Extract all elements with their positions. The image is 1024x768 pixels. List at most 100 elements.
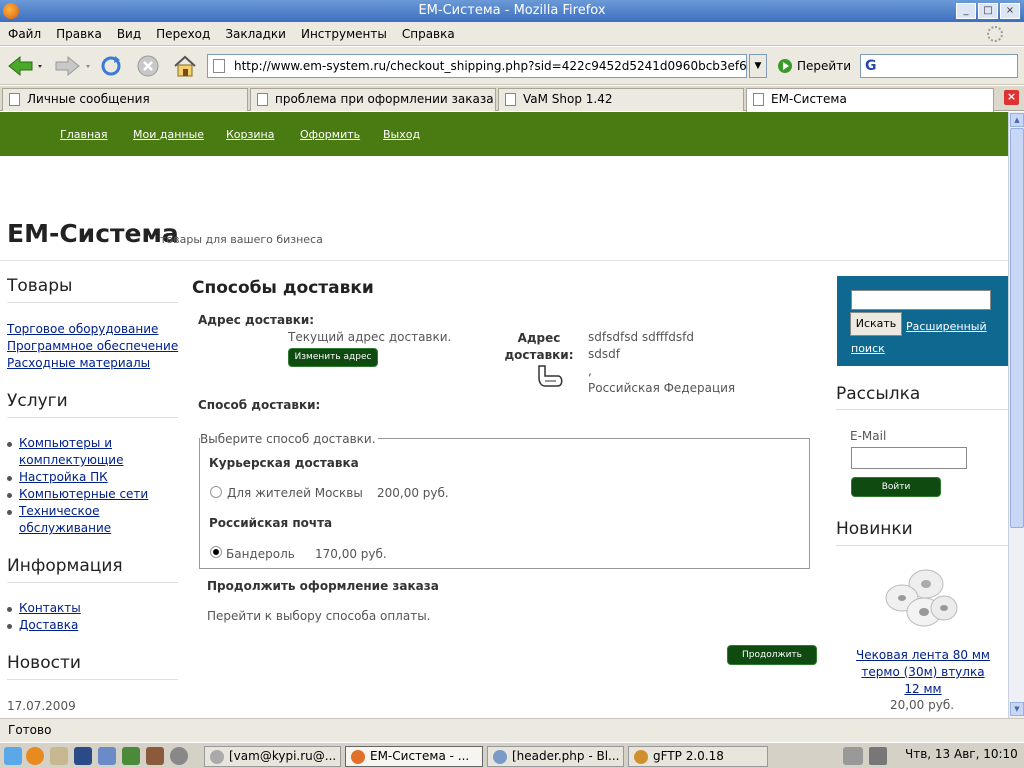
close-tab-icon[interactable]: × [1004,90,1019,105]
services-link-computers[interactable]: Компьютеры и комплектующие [19,435,157,469]
change-address-button[interactable]: Изменить адрес [288,348,378,367]
shipping-method-heading: Способ доставки: [198,398,321,412]
goods-link-software[interactable]: Программное обеспечение [7,338,178,355]
menu-tools[interactable]: Инструменты [301,27,387,41]
services-link-networks[interactable]: Компьютерные сети [19,486,148,503]
product-price: 20,00 руб. [889,698,955,712]
page-icon [9,93,20,106]
goods-link-consumables[interactable]: Расходные материалы [7,355,150,372]
list-item: Настройка ПК [7,469,108,486]
book-launcher-icon[interactable] [122,747,140,765]
address-bar[interactable]: http://www.em-system.ru/checkout_shippin… [207,54,747,78]
nav-cart-link[interactable]: Корзина [226,128,274,141]
goods-divider [7,302,178,303]
address-line-3: , [588,364,592,378]
settings-launcher-icon[interactable] [170,747,188,765]
stop-button[interactable] [133,52,163,80]
list-item: Доставка [7,617,78,634]
info-heading: Информация [7,556,123,576]
site-search-input[interactable] [851,290,991,310]
bullet-icon [7,493,12,498]
taskbar: [vam@kypi.ru@... ЕМ-Система - ... [heade… [0,742,1024,768]
menu-view[interactable]: Вид [117,27,141,41]
info-link-contacts[interactable]: Контакты [19,600,81,617]
info-link-delivery[interactable]: Доставка [19,617,78,634]
services-link-maintenance[interactable]: Техническое обслуживание [19,503,137,537]
taskbar-button-gftp[interactable]: gFTP 2.0.18 [628,746,768,767]
tab-em-system[interactable]: ЕМ-Система [746,88,994,112]
maximize-button[interactable]: □ [978,3,998,19]
address-history-dropdown[interactable]: ▼ [749,54,767,78]
site-logo[interactable]: ЕМ-Система [7,219,179,248]
stop-icon [137,55,159,77]
bullet-icon [7,510,12,515]
reload-button[interactable] [96,52,126,80]
info-divider [7,582,178,583]
header-divider [0,260,1008,261]
editor-launcher-icon[interactable] [98,747,116,765]
nav-account-link[interactable]: Мои данные [133,128,204,141]
page-icon [257,93,268,106]
firefox-icon [3,3,19,19]
reload-icon [101,56,121,76]
scroll-up-icon[interactable]: ▲ [1010,113,1024,127]
continue-button[interactable]: Продолжить [727,645,817,665]
news-divider [7,679,178,680]
menu-bookmarks[interactable]: Закладки [225,27,286,41]
go-button[interactable]: Перейти [778,56,851,76]
close-window-button[interactable]: × [1000,3,1020,19]
receipt-roll-product-image[interactable] [880,562,962,638]
list-item: Компьютерные сети [7,486,148,503]
taskbar-button-label: [vam@kypi.ru@... [229,749,337,763]
bullet-icon [7,607,12,612]
status-text: Готово [8,723,52,737]
continue-heading: Продолжить оформление заказа [207,579,439,593]
menu-help[interactable]: Справка [402,27,455,41]
nav-logout-link[interactable]: Выход [383,128,420,141]
search-bar[interactable]: G [860,54,1018,78]
new-products-divider [836,545,1008,546]
page-scrollbar[interactable]: ▲ ▼ [1008,112,1024,718]
nav-home-link[interactable]: Главная [60,128,108,141]
gftp-icon [634,750,648,764]
services-link-pc-setup[interactable]: Настройка ПК [19,469,108,486]
terminal-launcher-icon[interactable] [74,747,92,765]
volume-icon[interactable] [869,747,887,765]
product-link[interactable]: Чековая лента 80 мм термо (30м) втулка 1… [855,647,991,698]
russian-post-radio[interactable] [210,546,222,558]
menu-go[interactable]: Переход [156,27,210,41]
firefox-launcher-icon[interactable] [26,747,44,765]
nav-checkout-link[interactable]: Оформить [300,128,360,141]
network-status-icon[interactable] [843,747,863,765]
taskbar-button-firefox[interactable]: ЕМ-Система - ... [345,746,483,767]
email-field[interactable] [851,447,967,469]
menu-edit[interactable]: Правка [56,27,102,41]
minimize-button[interactable]: _ [956,3,976,19]
list-item: Техническое обслуживание [7,503,137,537]
courier-radio[interactable] [210,486,222,498]
page-favicon [213,59,225,73]
google-icon: G [865,58,877,74]
goods-link-retail-equipment[interactable]: Торговое оборудование [7,321,158,338]
forward-arrow-icon [55,55,90,77]
taskbar-button-bluefish[interactable]: [header.php - Bl... [487,746,624,767]
advanced-search-link[interactable]: Расширенный поиск [851,316,1001,360]
tab-vam-shop[interactable]: VaM Shop 1.42 [498,88,744,111]
shipping-options-legend: Выберите способ доставки. [200,432,378,446]
tab-label: ЕМ-Система [771,92,847,106]
spreadsheet-launcher-icon[interactable] [146,747,164,765]
clock[interactable]: Чтв, 13 Авг, 10:10 [905,747,1018,761]
menu-file[interactable]: Файл [8,27,41,41]
scroll-down-icon[interactable]: ▼ [1010,702,1024,716]
home-button[interactable] [170,52,200,80]
mail-launcher-icon[interactable] [50,747,68,765]
forward-button[interactable] [50,52,92,80]
tab-private-messages[interactable]: Личные сообщения [2,88,248,111]
login-button[interactable]: Войти [851,477,941,497]
network-launcher-icon[interactable] [4,747,22,765]
continue-text: Перейти к выбору способа оплаты. [207,609,431,623]
scrollbar-thumb[interactable] [1010,128,1024,528]
back-button[interactable] [4,52,46,80]
taskbar-button-mail[interactable]: [vam@kypi.ru@... [204,746,341,767]
tab-order-problem[interactable]: проблема при оформлении заказа [250,88,496,111]
